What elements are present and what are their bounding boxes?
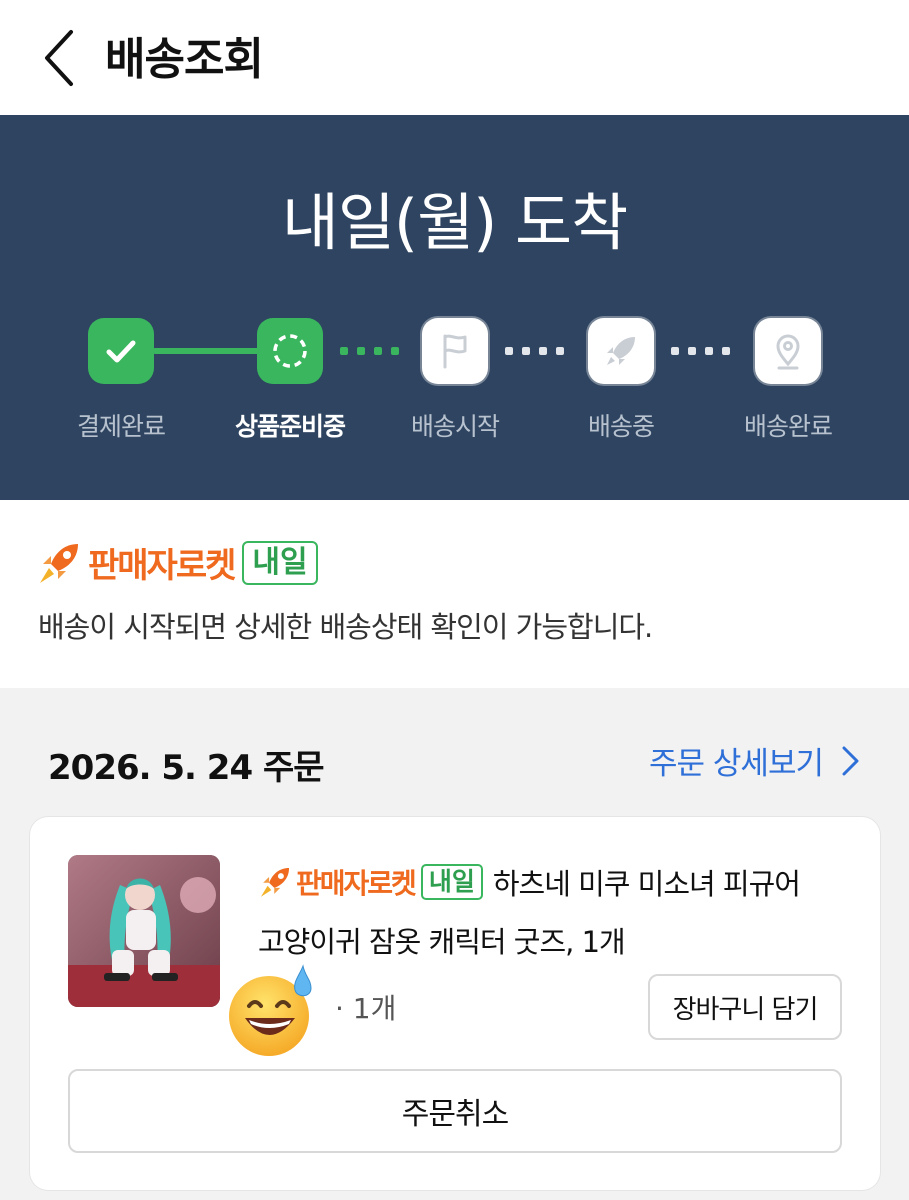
step-label: 배송시작 [410, 412, 500, 441]
tomorrow-badge: 내일 [242, 540, 318, 585]
order-detail-label: 주문 상세보기 [649, 746, 824, 782]
step-payment-complete: 결제완료 [61, 318, 181, 443]
step-delivered: 배송완료 [728, 318, 848, 443]
product-quantity: · 1개 [335, 992, 397, 1025]
brand-name: 판매자로켓 [88, 546, 236, 586]
rocket-brand-row: 판매자로켓 내일 [36, 538, 318, 587]
location-pin-icon [776, 334, 800, 370]
rocket-logo-icon [40, 543, 78, 583]
product-tomorrow-badge: 내일 [420, 864, 483, 900]
delivery-status-panel: 내일(월) 도착 결제완료 상품준비중 배송시작 배송중 배송완료 [0, 115, 909, 500]
delivery-notice: 판매자로켓 내일 배송이 시작되면 상세한 배송상태 확인이 가능합니다. [0, 500, 909, 688]
cancel-order-button[interactable]: 주문취소 [68, 1069, 842, 1153]
product-brand: 판매자로켓 [296, 867, 417, 900]
step-shipping-started: 배송시작 [395, 318, 515, 443]
page-title: 배송조회 [105, 34, 264, 85]
back-button[interactable] [28, 28, 88, 88]
check-icon [106, 340, 136, 363]
order-date: 2026. 5. 24 주문 [48, 748, 325, 788]
step-label: 배송중 [587, 412, 655, 441]
product-image[interactable] [68, 855, 220, 1007]
order-item-card: 판매자로켓 내일 하츠네 미쿠 미소녀 피규어 고양이귀 잠옷 캐릭터 굿즈, … [30, 817, 880, 1190]
sweat-smile-emoji-icon [229, 964, 312, 1056]
add-to-cart-button[interactable]: 장바구니 담기 [648, 974, 842, 1040]
notice-message: 배송이 시작되면 상세한 배송상태 확인이 가능합니다. [38, 610, 653, 644]
product-title-line1: 판매자로켓 내일 하츠네 미쿠 미소녀 피규어 [258, 861, 801, 903]
product-name[interactable]: 하츠네 미쿠 미소녀 피규어 [493, 861, 801, 903]
step-label: 배송완료 [743, 412, 833, 441]
flag-icon [443, 334, 467, 369]
chevron-right-icon [842, 746, 859, 775]
figure-image [68, 855, 220, 1007]
arrival-headline: 내일(월) 도착 [281, 186, 628, 259]
step-label: 상품준비중 [234, 412, 346, 441]
rocket-logo-icon [260, 867, 290, 897]
top-bar: 배송조회 [0, 0, 909, 115]
loading-circle-icon [273, 334, 307, 368]
chevron-left-icon [45, 30, 73, 86]
product-name-line2[interactable]: 고양이귀 잠옷 캐릭터 굿즈, 1개 [258, 919, 626, 961]
step-label: 결제완료 [76, 412, 166, 441]
step-in-transit: 배송중 [561, 318, 681, 443]
rocket-icon [607, 337, 635, 365]
order-detail-link[interactable]: 주문 상세보기 [649, 738, 865, 783]
step-preparing: 상품준비중 [230, 318, 350, 443]
